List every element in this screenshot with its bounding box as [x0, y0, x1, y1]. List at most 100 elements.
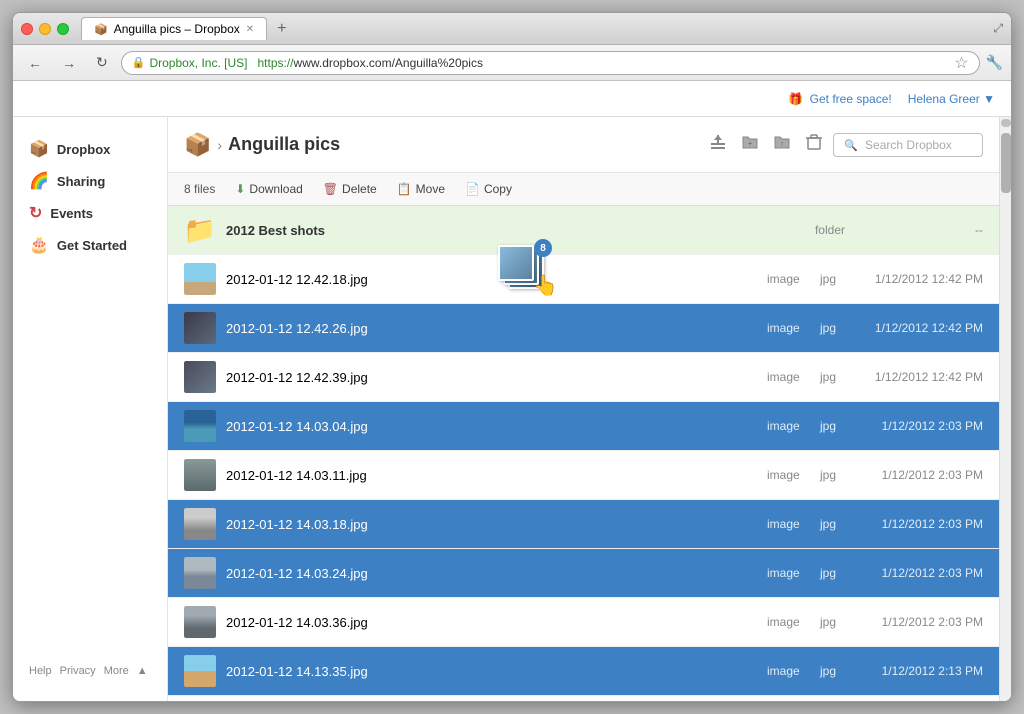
share-folder-btn[interactable]: ↑ [769, 129, 795, 160]
table-row[interactable]: 2012-01-12 14.03.24.jpg image jpg 1/12/2… [168, 549, 999, 598]
window-expand-btn[interactable]: ⤢ [993, 21, 1003, 36]
file-name: 2012-01-12 12.42.39.jpg [226, 370, 703, 385]
file-ext: jpg [820, 370, 845, 384]
bookmark-btn[interactable]: ☆ [954, 53, 968, 73]
file-type: image [767, 615, 812, 629]
delete-toolbar-btn[interactable]: 🗑 Delete [315, 179, 385, 199]
scrollbar-track[interactable] [999, 117, 1011, 701]
delete-btn[interactable] [801, 129, 827, 160]
footer-privacy[interactable]: Privacy [60, 665, 96, 677]
new-tab-btn[interactable]: + [271, 20, 292, 38]
footer-more[interactable]: More [104, 665, 129, 677]
back-btn[interactable]: ← [21, 51, 49, 75]
file-name: 2012-01-12 14.03.04.jpg [226, 419, 703, 434]
gift-icon: 🎁 [788, 92, 803, 106]
file-thumbnail [184, 263, 216, 295]
tab-close-btn[interactable]: ✕ [246, 24, 254, 35]
file-type: image [767, 370, 812, 384]
file-date: 1/12/2012 2:03 PM [853, 419, 983, 433]
move-label: Move [416, 182, 445, 196]
file-meta: image jpg 1/12/2012 2:03 PM [703, 419, 983, 433]
table-row[interactable]: 2012-01-12 14.13.35.jpg image jpg 1/12/2… [168, 647, 999, 696]
file-date: 1/12/2012 2:03 PM [853, 615, 983, 629]
tools-btn[interactable]: 🔧 [986, 54, 1003, 71]
file-name: 2012-01-12 14.03.11.jpg [226, 468, 703, 483]
table-row[interactable]: 2012-01-12 12.42.26.jpg image jpg 1/12/2… [168, 304, 999, 353]
scrollbar-thumb[interactable] [1001, 133, 1011, 193]
file-ext: jpg [820, 272, 845, 286]
table-row[interactable]: 2012-01-12 14.03.36.jpg image jpg 1/12/2… [168, 598, 999, 647]
breadcrumb-dropbox-icon[interactable]: 📦 [184, 132, 211, 158]
file-ext: jpg [820, 517, 845, 531]
delete-toolbar-label: Delete [342, 182, 377, 196]
search-input[interactable]: 🔍 Search Dropbox [833, 133, 983, 157]
user-name: Helena Greer [908, 92, 980, 106]
sidebar-item-sharing[interactable]: 🌈 Sharing [13, 165, 167, 197]
scroll-up-btn[interactable] [1001, 119, 1011, 127]
file-date: 1/12/2012 12:42 PM [853, 321, 983, 335]
file-type: image [767, 517, 812, 531]
file-date: 1/12/2012 2:03 PM [853, 566, 983, 580]
upload-btn[interactable] [705, 129, 731, 160]
move-icon: 📋 [397, 182, 412, 196]
sidebar-label-dropbox: Dropbox [57, 142, 110, 157]
copy-btn[interactable]: 📄 Copy [457, 179, 520, 199]
table-row[interactable]: 2012-01-12 12.42.18.jpg image jpg 1/12/2… [168, 255, 999, 304]
footer-help[interactable]: Help [29, 665, 52, 677]
toolbar: 8 files ⬇ Download 🗑 Delete 📋 Move 📄 Cop… [168, 173, 999, 206]
sidebar-item-events[interactable]: ↻ Events [13, 197, 167, 229]
new-folder-btn[interactable]: + [737, 129, 763, 160]
traffic-lights [21, 23, 69, 35]
minimize-window-btn[interactable] [39, 23, 51, 35]
active-tab[interactable]: 📦 Anguilla pics – Dropbox ✕ [81, 17, 267, 40]
browser-window: 📦 Anguilla pics – Dropbox ✕ + ⤢ ← → ↻ 🔒 … [12, 12, 1012, 702]
svg-text:↑: ↑ [780, 141, 784, 148]
sidebar-item-dropbox[interactable]: 📦 Dropbox [13, 133, 167, 165]
table-row[interactable]: 2012-01-12 12.42.39.jpg image jpg 1/12/2… [168, 353, 999, 402]
table-row[interactable]: 2012-01-12 14.03.04.jpg image jpg 1/12/2… [168, 402, 999, 451]
folder-icon: 📁 [184, 215, 216, 246]
file-ext: jpg [820, 468, 845, 482]
svg-text:+: + [748, 141, 752, 148]
file-count: 8 files [184, 182, 215, 196]
address-text: Dropbox, Inc. [US] https://www.dropbox.c… [149, 56, 483, 70]
close-window-btn[interactable] [21, 23, 33, 35]
file-thumbnail: 📁 [184, 214, 216, 246]
copy-icon: 📄 [465, 182, 480, 196]
file-ext: jpg [820, 419, 845, 433]
file-ext: jpg [820, 566, 845, 580]
address-bar[interactable]: 🔒 Dropbox, Inc. [US] https://www.dropbox… [121, 51, 980, 75]
promo-text: Get free space! [810, 92, 892, 106]
file-thumbnail [184, 508, 216, 540]
ssl-icon: 🔒 [132, 56, 146, 69]
search-placeholder: Search Dropbox [865, 138, 952, 152]
file-meta: image jpg 1/12/2012 12:42 PM [703, 272, 983, 286]
refresh-btn[interactable]: ↻ [89, 50, 115, 75]
main-layout: 📦 Dropbox 🌈 Sharing ↻ Events 🎂 Get Start… [13, 117, 1011, 701]
sidebar-label-get-started: Get Started [57, 238, 127, 253]
file-type: folder [815, 223, 845, 237]
page-title: Anguilla pics [228, 134, 340, 155]
top-bar: 🎁 Get free space! Helena Greer ▼ [13, 81, 1011, 117]
move-btn[interactable]: 📋 Move [389, 179, 453, 199]
sidebar-item-get-started[interactable]: 🎂 Get Started [13, 229, 167, 261]
file-name: 2012 Best shots [226, 223, 703, 238]
maximize-window-btn[interactable] [57, 23, 69, 35]
file-meta: image jpg 1/12/2012 2:03 PM [703, 517, 983, 531]
table-row[interactable]: 2012-01-12 14.03.11.jpg image jpg 1/12/2… [168, 451, 999, 500]
file-meta: folder -- [703, 223, 983, 237]
forward-btn[interactable]: → [55, 51, 83, 75]
table-row[interactable]: 2012-01-12 14.13.44.jpg image jpg 1/12/2… [168, 696, 999, 701]
download-btn[interactable]: ⬇ Download [227, 179, 310, 199]
file-meta: image jpg 1/12/2012 2:13 PM [703, 664, 983, 678]
user-menu[interactable]: Helena Greer ▼ [908, 92, 995, 106]
promo-link[interactable]: 🎁 Get free space! [788, 92, 891, 106]
title-bar: 📦 Anguilla pics – Dropbox ✕ + ⤢ [13, 13, 1011, 45]
file-thumbnail [184, 557, 216, 589]
table-row[interactable]: 📁 2012 Best shots folder -- [168, 206, 999, 255]
table-row[interactable]: 2012-01-12 14.03.18.jpg image jpg 1/12/2… [168, 500, 999, 549]
download-icon: ⬇ [235, 182, 245, 196]
file-ext: jpg [820, 615, 845, 629]
file-meta: image jpg 1/12/2012 2:03 PM [703, 566, 983, 580]
file-meta: image jpg 1/12/2012 12:42 PM [703, 370, 983, 384]
